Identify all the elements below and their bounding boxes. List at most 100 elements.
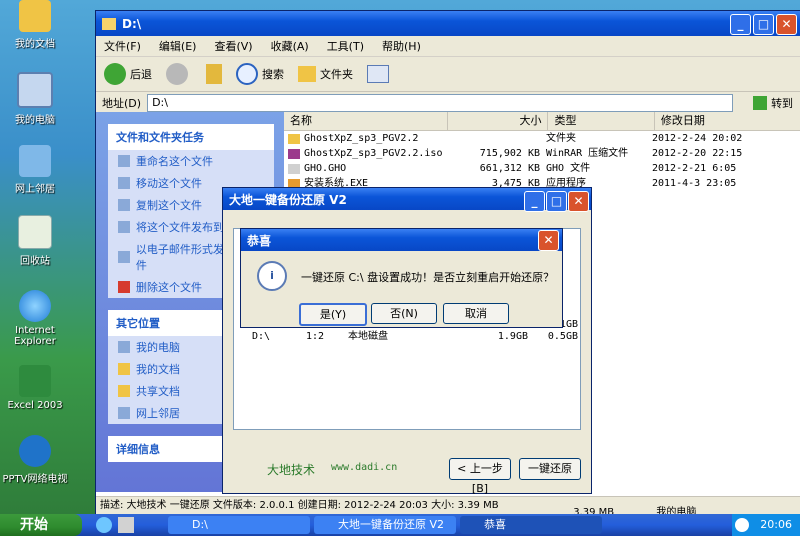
file-row[interactable]: GhostXpZ_sp3_PGV2.2 文件夹 2012-2-24 20:02 [284,131,800,146]
computer-icon [17,72,53,108]
rename-icon [118,155,130,167]
file-date: 2012-2-24 20:02 [652,133,743,144]
desktop-icon-my-documents[interactable]: 我的文档 [0,0,70,50]
back-button[interactable]: 后退 [104,63,152,85]
menu-favorites[interactable]: 收藏(A) [271,38,309,54]
back-arrow-icon [104,63,126,85]
dialog-titlebar: 恭喜 ✕ [241,229,562,251]
one-key-restore-button[interactable]: 一键还原 [519,458,581,480]
menu-view[interactable]: 查看(V) [214,38,252,54]
no-button[interactable]: 否(N) [371,303,437,324]
go-label: 转到 [771,97,794,110]
fs-cell [418,331,468,343]
taskbar-item-dialog[interactable]: 恭喜 [460,516,602,534]
go-button[interactable]: 转到 [753,95,793,111]
internet-explorer-icon [19,290,51,322]
task-label: 重命名这个文件 [136,155,213,168]
task-label: 复制这个文件 [136,199,202,212]
file-name: GHO.GHO [304,163,347,174]
task-label: 移动这个文件 [136,177,202,190]
desktop-icon-my-computer[interactable]: 我的电脑 [0,72,70,126]
cancel-button[interactable]: 取消 [443,303,509,324]
part-cell: 1:2 [306,331,325,342]
address-input[interactable]: D:\ [147,94,734,112]
file-name-cell: GhostXpZ_sp3_PGV2.2.iso [284,146,452,161]
forward-arrow-icon [166,63,188,85]
views-icon [367,65,389,83]
desktop-icon-recycle-bin[interactable]: 回收站 [0,215,70,267]
search-icon [236,63,258,85]
file-row[interactable]: GhostXpZ_sp3_PGV2.2.iso 715,902 KB WinRA… [284,146,800,161]
place-label: 共享文档 [136,385,180,398]
desktop-icon-network[interactable]: 网上邻居 [0,145,70,195]
file-icon [288,163,300,174]
brand-label: 大地技术 [267,463,316,477]
tray-icon[interactable] [734,518,749,532]
up-button[interactable] [206,64,222,84]
file-name-cell: GhostXpZ_sp3_PGV2.2 [284,131,452,146]
partition-row[interactable]: D:\ 1:2 本地磁盘 1.9GB 0.5GB [234,331,580,343]
quicklaunch-ie-icon[interactable] [96,517,112,533]
copy-icon [118,199,130,211]
search-button[interactable]: 搜索 [236,63,284,85]
window-title: D:\ [122,16,142,31]
menu-help[interactable]: 帮助(H) [382,38,421,54]
file-size: 661,312 KB [479,163,540,174]
file-date: 2011-4-3 23:05 [652,178,737,189]
file-type: 文件夹 [546,133,576,144]
yes-button[interactable]: 是(Y) [299,303,367,326]
publish-icon [118,221,130,233]
taskbar-item-explorer[interactable]: D:\ [168,516,310,534]
menu-tools[interactable]: 工具(T) [327,38,364,54]
close-button[interactable]: ✕ [538,230,559,251]
folder-icon [102,17,116,30]
folder-icon [288,133,300,144]
column-name[interactable]: 名称 [284,112,449,130]
column-type[interactable]: 类型 [548,112,655,130]
place-label: 我的文档 [136,363,180,376]
forward-button[interactable] [166,63,192,85]
menu-bar: 文件(F) 编辑(E) 查看(V) 收藏(A) 工具(T) 帮助(H) [96,36,800,57]
folder-icon [118,385,130,397]
system-tray: 20:06 [732,514,800,536]
file-row[interactable]: GHO.GHO 661,312 KB GHO 文件 2012-2-21 6:05 [284,161,800,176]
file-type: GHO 文件 [546,163,591,174]
task-label: 将这个文件发布到 [136,221,224,234]
task-rename[interactable]: 重命名这个文件 [108,150,274,172]
brand-url: www.dadi.cn [331,462,398,473]
task-label: 删除这个文件 [136,281,202,294]
maximize-button[interactable]: □ [546,191,567,212]
status-text: 描述: 大地技术 一键还原 文件版本: 2.0.0.1 创建日期: 2012-2… [100,500,499,511]
desktop-icon-label: 回收站 [20,256,50,267]
desktop-icon-ie[interactable]: Internet Explorer [0,290,70,347]
menu-file[interactable]: 文件(F) [104,38,141,54]
minimize-button[interactable]: _ [524,191,545,212]
quicklaunch-desktop-icon[interactable] [118,517,134,533]
file-date: 2012-2-20 22:15 [652,148,743,159]
column-size[interactable]: 大小 [448,112,549,130]
toolbar: 后退 搜索 文件夹 [96,57,800,92]
start-button[interactable]: 开始 [0,514,82,536]
task-label: 大地一键备份还原 V2 [338,518,445,531]
desktop-icon-label: 我的文档 [15,39,55,50]
folders-button[interactable]: 文件夹 [298,66,353,82]
column-date[interactable]: 修改日期 [655,112,800,130]
desktop-icon-pptv[interactable]: PPTV网络电视 [0,435,70,485]
views-button[interactable] [367,65,389,83]
desktop-icon-excel[interactable]: Excel 2003 [0,365,70,411]
network-icon [118,407,130,419]
pptv-icon [19,435,51,467]
close-button[interactable]: ✕ [776,14,797,35]
close-button[interactable]: ✕ [568,191,589,212]
menu-edit[interactable]: 编辑(E) [159,38,197,54]
prev-step-button[interactable]: < 上一步[B] [449,458,511,495]
desktop-icon-label: Excel 2003 [7,400,63,411]
file-tasks-header[interactable]: 文件和文件夹任务 [108,124,274,150]
info-icon: i [257,261,287,291]
maximize-button[interactable]: □ [753,14,774,35]
desktop-icon-label: PPTV网络电视 [2,474,68,485]
address-label: 地址(D) [102,97,142,110]
taskbar-item-backup[interactable]: 大地一键备份还原 V2 [314,516,456,534]
recycle-bin-icon [18,215,52,249]
minimize-button[interactable]: _ [730,14,751,35]
